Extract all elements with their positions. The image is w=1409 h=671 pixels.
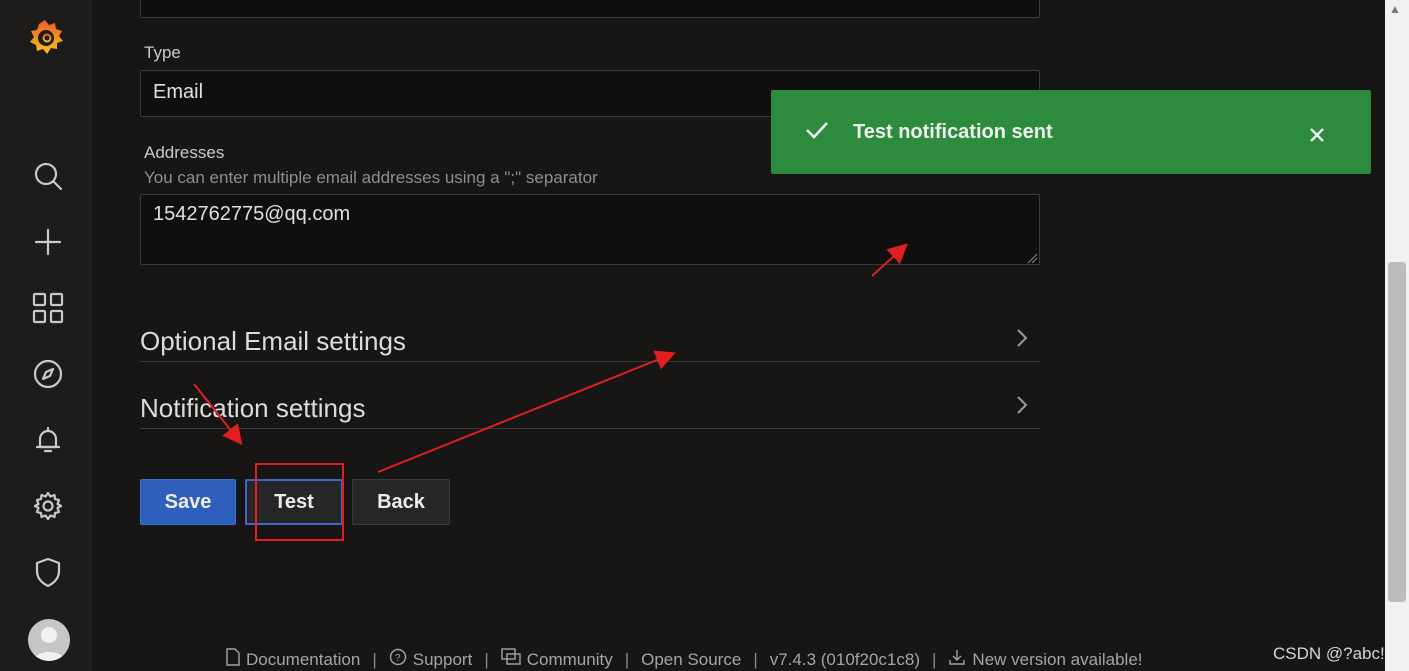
question-icon: ? [389, 648, 407, 671]
save-button[interactable]: Save [140, 479, 236, 525]
avatar[interactable] [28, 619, 70, 661]
scroll-up-icon[interactable]: ▲ [1389, 2, 1401, 16]
footer-version: v7.4.3 (010f20c1c8) [769, 649, 920, 669]
compass-icon[interactable] [28, 354, 68, 394]
sidebar [0, 0, 94, 671]
chevron-right-icon [1016, 394, 1028, 422]
shield-icon[interactable] [28, 552, 68, 592]
optional-email-settings-section[interactable]: Optional Email settings [140, 321, 1040, 362]
scrollbar-thumb[interactable] [1388, 262, 1406, 602]
watermark: CSDN @?abc! [1273, 644, 1385, 663]
download-icon [948, 648, 966, 671]
grafana-logo-icon[interactable] [22, 16, 68, 62]
notification-settings-section[interactable]: Notification settings [140, 388, 1040, 429]
chevron-right-icon [1016, 327, 1028, 355]
svg-text:?: ? [395, 653, 401, 664]
footer-link-documentation[interactable]: Documentation [246, 650, 360, 670]
toast-message: Test notification sent [853, 121, 1053, 143]
search-icon[interactable] [28, 156, 68, 196]
gear-icon[interactable] [28, 486, 68, 526]
section-title: Optional Email settings [140, 325, 406, 356]
footer-link-community[interactable]: Community [527, 650, 613, 670]
plus-icon[interactable] [28, 222, 68, 262]
chat-icon [501, 648, 521, 671]
document-icon [226, 648, 240, 671]
name-field[interactable] [140, 0, 1040, 18]
test-button[interactable]: Test [245, 479, 343, 525]
addresses-description: You can enter multiple email addresses u… [144, 168, 598, 187]
dashboards-icon[interactable] [28, 288, 68, 328]
type-label: Type [144, 43, 181, 62]
bell-icon[interactable] [28, 420, 68, 460]
back-button[interactable]: Back [352, 479, 450, 525]
resize-handle-icon[interactable] [1026, 251, 1038, 264]
footer: Documentation | ? Support | Community | … [226, 648, 1143, 671]
success-toast: Test notification sent [771, 90, 1371, 174]
addresses-textarea[interactable]: 1542762775@qq.com [140, 194, 1040, 265]
close-icon[interactable] [1308, 120, 1326, 151]
footer-link-support[interactable]: Support [413, 650, 473, 670]
footer-link-new-version[interactable]: New version available! [972, 650, 1142, 670]
footer-link-open-source[interactable]: Open Source [641, 650, 741, 670]
section-title: Notification settings [140, 392, 366, 423]
check-icon [805, 120, 829, 146]
addresses-label: Addresses [144, 143, 225, 162]
